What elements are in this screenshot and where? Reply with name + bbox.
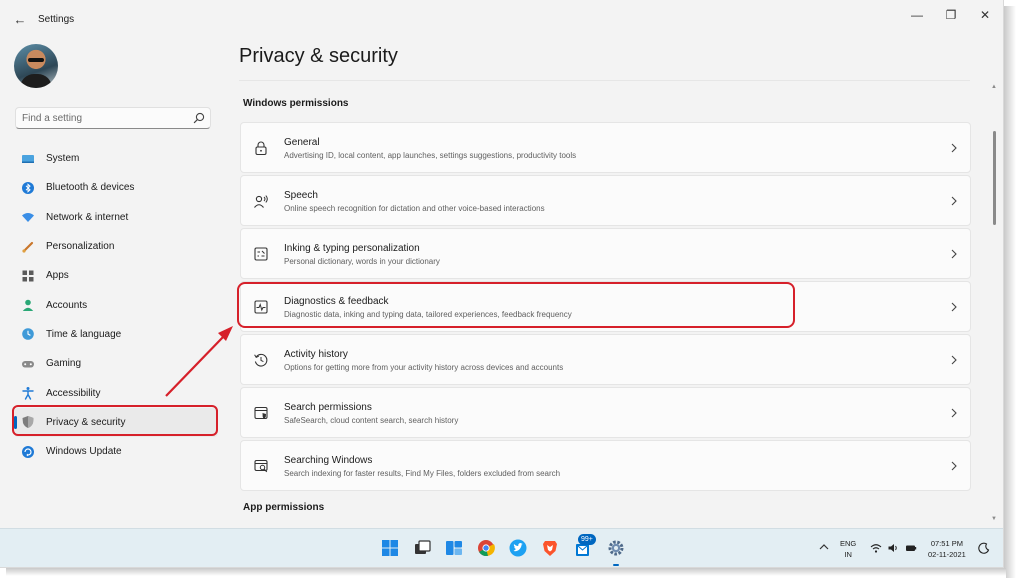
widgets-icon[interactable] bbox=[444, 538, 464, 558]
system-clock[interactable]: 07:51 PM 02-11-2021 bbox=[928, 538, 966, 560]
notification-badge: 99+ bbox=[578, 534, 596, 545]
start-icon[interactable] bbox=[380, 538, 400, 558]
settings-window: ← Settings — ❐ ✕ System Bluetooth & devi… bbox=[0, 0, 1004, 568]
settings-gear-icon[interactable] bbox=[606, 538, 626, 558]
active-app-indicator bbox=[613, 564, 619, 566]
annotation-arrow bbox=[165, 326, 233, 397]
window-shadow-bottom bbox=[6, 568, 1006, 578]
volume-icon[interactable] bbox=[887, 542, 899, 554]
taskbar: 99+ ENG IN 07:51 PM 02-11-2021 bbox=[0, 528, 1003, 567]
task-view-icon[interactable] bbox=[412, 538, 432, 558]
chrome-icon[interactable] bbox=[476, 538, 496, 558]
clock-time: 07:51 PM bbox=[930, 539, 963, 548]
brave-icon[interactable] bbox=[540, 538, 560, 558]
focus-assist-icon[interactable] bbox=[978, 542, 990, 554]
twitter-icon[interactable] bbox=[508, 538, 528, 558]
language-indicator[interactable]: ENG IN bbox=[840, 538, 856, 560]
wifi-tray-icon[interactable] bbox=[870, 542, 882, 554]
battery-icon[interactable] bbox=[905, 542, 917, 554]
language-code: ENG bbox=[840, 539, 857, 548]
clock-date: 02-11-2021 bbox=[928, 550, 966, 559]
region-code: IN bbox=[844, 550, 852, 559]
window-shadow-right bbox=[1004, 6, 1024, 578]
chevron-up-icon[interactable] bbox=[818, 541, 830, 553]
